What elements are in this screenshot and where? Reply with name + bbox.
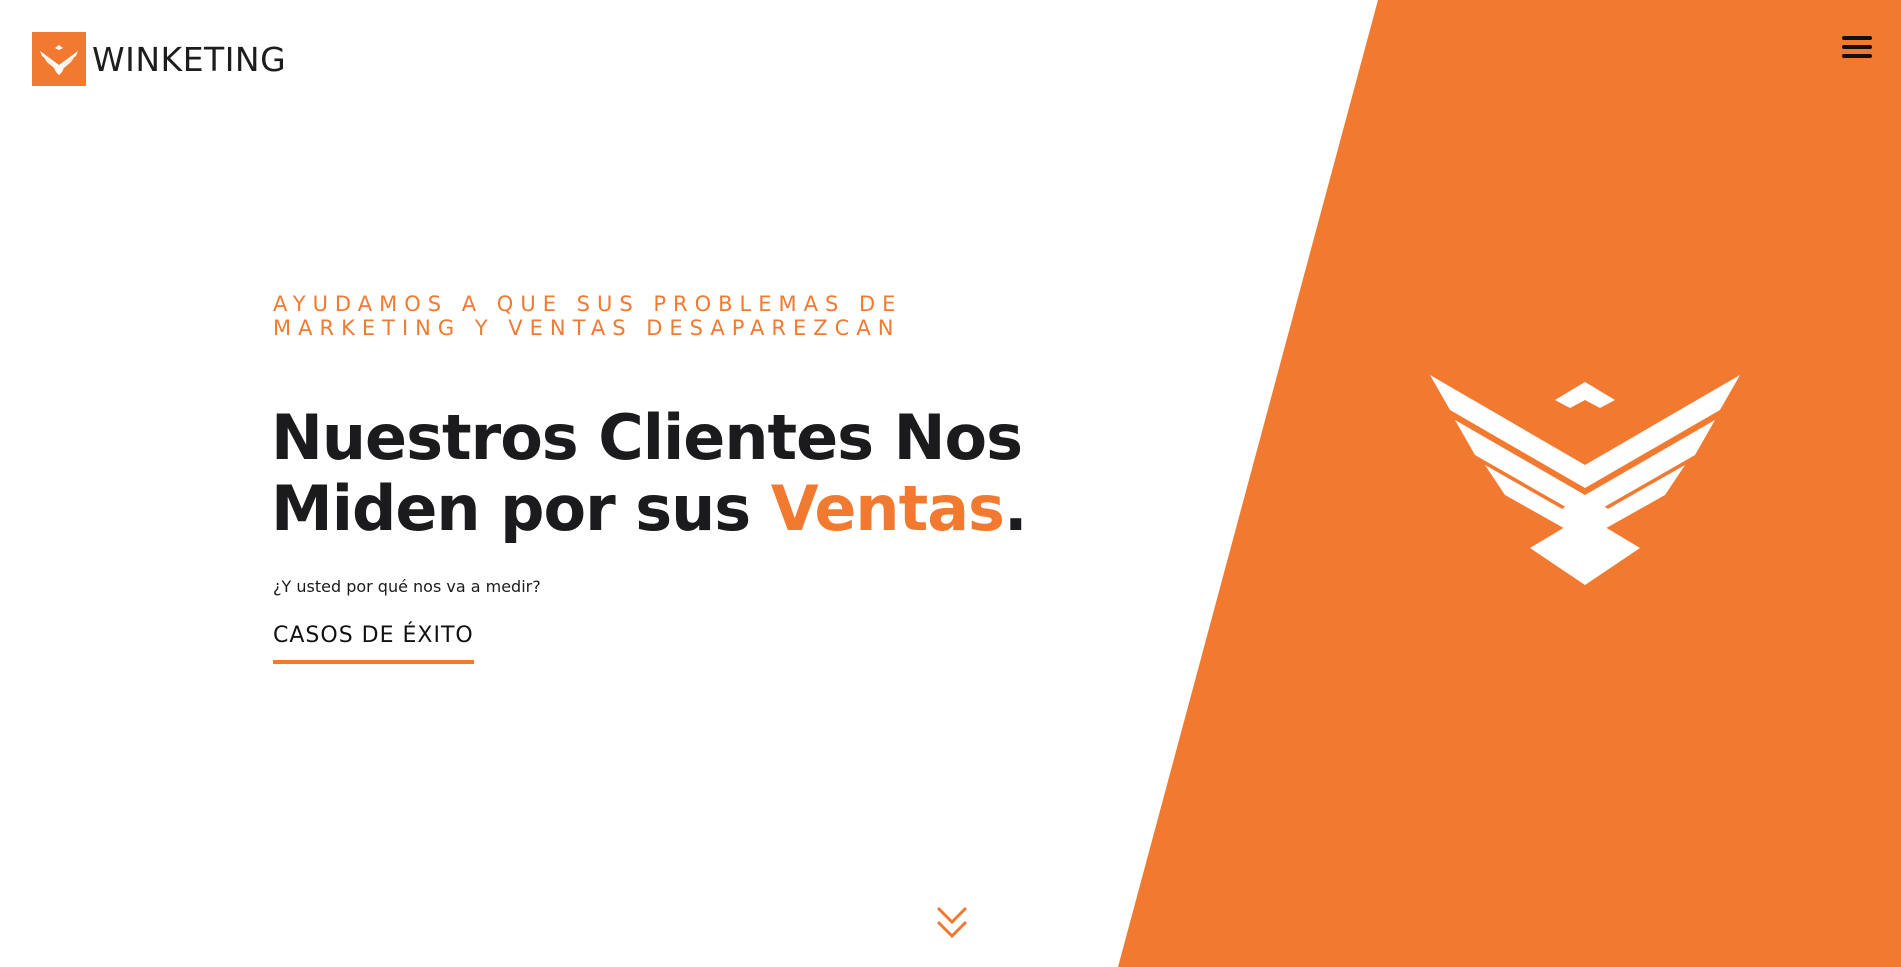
- eagle-emblem-icon: [1430, 370, 1740, 585]
- brand-logo[interactable]: WINKETING: [32, 32, 286, 86]
- eyebrow-line-2: MARKETING Y VENTAS DESAPAREZCAN: [273, 316, 901, 340]
- headline-period: .: [1003, 472, 1028, 545]
- double-chevron-down-icon[interactable]: [935, 905, 969, 943]
- brand-name: WINKETING: [92, 39, 287, 79]
- cta-label: CASOS DE ÉXITO: [273, 623, 474, 648]
- menu-bar: [1842, 54, 1872, 58]
- page: WINKETING AYUDAMOS A QUE SUS PROBLEMAS D…: [0, 0, 1901, 967]
- eagle-logo-icon: [32, 32, 86, 86]
- casos-de-exito-button[interactable]: CASOS DE ÉXITO: [273, 623, 474, 664]
- hero-subtext: ¿Y usted por qué nos va a medir?: [273, 577, 541, 596]
- menu-bar: [1842, 45, 1872, 49]
- headline-highlight: Ventas: [770, 472, 1005, 545]
- hero-headline: Nuestros Clientes Nos Miden por sus Vent…: [271, 402, 1171, 544]
- hamburger-menu-icon[interactable]: [1842, 34, 1874, 60]
- eyebrow-line-1: AYUDAMOS A QUE SUS PROBLEMAS DE: [273, 292, 903, 316]
- headline-line-1: Nuestros Clientes Nos: [271, 401, 1023, 474]
- headline-line-2-prefix: Miden por sus: [271, 472, 771, 545]
- cta-underline: [273, 660, 474, 664]
- menu-bar: [1842, 36, 1872, 40]
- headline-line-2: Miden por sus Ventas.: [271, 473, 1171, 544]
- hero-eyebrow: AYUDAMOS A QUE SUS PROBLEMAS DE MARKETIN…: [273, 292, 973, 340]
